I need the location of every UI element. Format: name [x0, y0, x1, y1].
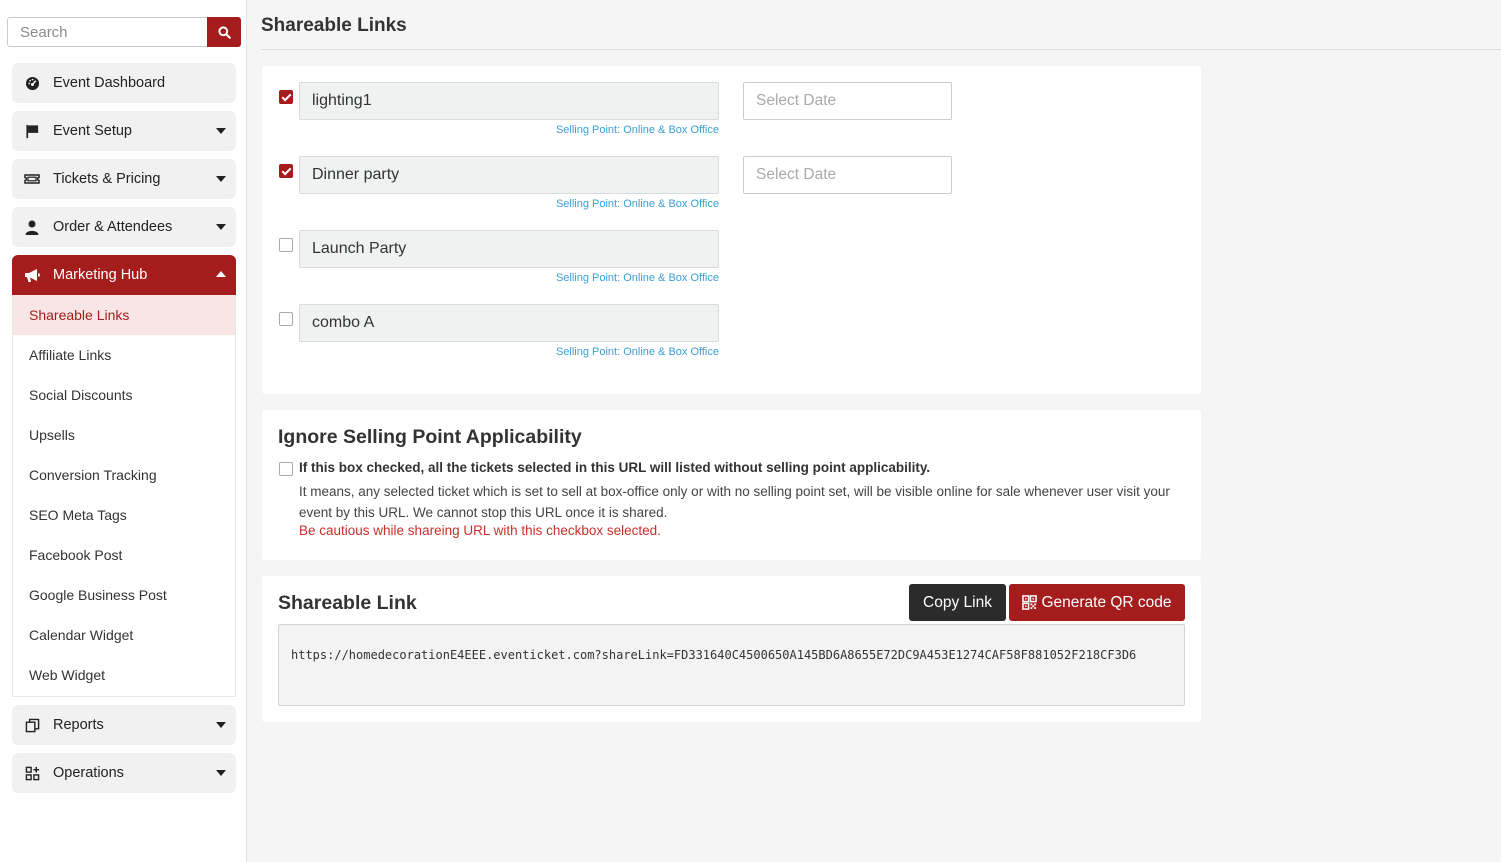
sidebar-item-tickets-pricing[interactable]: Tickets & Pricing — [12, 159, 236, 199]
sidebar-item-label: Event Dashboard — [53, 75, 166, 91]
user-icon — [24, 219, 40, 235]
submenu-item-shareable-links[interactable]: Shareable Links — [13, 295, 235, 335]
sidebar-item-operations[interactable]: Operations — [12, 753, 236, 793]
submenu-item-social-discounts[interactable]: Social Discounts — [13, 375, 235, 415]
ticket-checkbox[interactable] — [279, 312, 293, 326]
ignore-heading: Ignore Selling Point Applicability — [278, 426, 582, 448]
search-input[interactable] — [7, 17, 207, 47]
submenu-item-web-widget[interactable]: Web Widget — [13, 655, 235, 695]
ignore-bold-text: If this box checked, all the tickets sel… — [299, 460, 931, 475]
shareable-link-heading: Shareable Link — [278, 592, 417, 614]
generate-qr-button[interactable]: Generate QR code — [1009, 584, 1185, 621]
chevron-down-icon — [216, 722, 226, 728]
search-icon — [217, 25, 231, 39]
sidebar-item-label: Tickets & Pricing — [53, 171, 161, 187]
ticket-name: lighting1 — [299, 82, 719, 120]
ticket-row: combo A Selling Point: Online & Box Offi… — [279, 304, 979, 360]
operations-icon — [24, 765, 40, 781]
dashboard-icon — [24, 75, 40, 91]
sidebar-item-label: Operations — [53, 765, 124, 781]
flag-icon — [24, 123, 40, 139]
page-title: Shareable Links — [261, 15, 407, 36]
title-divider — [261, 49, 1501, 50]
sidebar-item-label: Reports — [53, 717, 104, 733]
ticket-checkbox[interactable] — [279, 238, 293, 252]
shareable-link-card: Shareable Link Copy Link Generate QR cod… — [262, 576, 1201, 722]
submenu-item-conversion-tracking[interactable]: Conversion Tracking — [13, 455, 235, 495]
ticket-name: Dinner party — [299, 156, 719, 194]
submenu-item-seo-meta-tags[interactable]: SEO Meta Tags — [13, 495, 235, 535]
ticket-row: Dinner party Selling Point: Online & Box… — [279, 156, 979, 212]
shareable-link-url[interactable]: https://homedecorationE4EEE.eventicket.c… — [278, 624, 1185, 706]
sidebar: Event Dashboard Event Setup Tickets & Pr… — [0, 0, 247, 862]
sidebar-item-marketing-hub[interactable]: Marketing Hub — [12, 255, 236, 295]
generate-qr-label: Generate QR code — [1041, 593, 1172, 611]
ticket-row: lighting1 Selling Point: Online & Box Of… — [279, 82, 979, 138]
submenu-item-calendar-widget[interactable]: Calendar Widget — [13, 615, 235, 655]
date-picker-input[interactable]: Select Date — [743, 82, 952, 120]
selling-point-label: Selling Point: Online & Box Office — [555, 198, 719, 210]
tickets-card: lighting1 Selling Point: Online & Box Of… — [262, 66, 1201, 394]
ignore-warning: Be cautious while shareing URL with this… — [299, 523, 661, 538]
search-bar — [7, 17, 241, 47]
sidebar-item-event-dashboard[interactable]: Event Dashboard — [12, 63, 236, 103]
copy-link-button[interactable]: Copy Link — [909, 584, 1006, 621]
date-picker-input[interactable]: Select Date — [743, 156, 952, 194]
submenu-item-facebook-post[interactable]: Facebook Post — [13, 535, 235, 575]
chevron-up-icon — [216, 271, 226, 277]
ticket-icon — [24, 171, 40, 187]
chevron-down-icon — [216, 770, 226, 776]
ticket-checkbox[interactable] — [279, 164, 293, 178]
chevron-down-icon — [216, 224, 226, 230]
search-button[interactable] — [207, 17, 241, 47]
qr-code-icon — [1022, 595, 1038, 610]
reports-icon — [24, 717, 40, 733]
submenu-item-upsells[interactable]: Upsells — [13, 415, 235, 455]
submenu-item-affiliate-links[interactable]: Affiliate Links — [13, 335, 235, 375]
marketing-hub-submenu: Shareable Links Affiliate Links Social D… — [12, 295, 236, 697]
selling-point-label: Selling Point: Online & Box Office — [555, 346, 719, 358]
selling-point-label: Selling Point: Online & Box Office — [555, 124, 719, 136]
ignore-selling-point-checkbox[interactable] — [279, 462, 293, 476]
sidebar-item-label: Order & Attendees — [53, 219, 173, 235]
chevron-down-icon — [216, 128, 226, 134]
ignore-selling-point-card: Ignore Selling Point Applicability If th… — [262, 410, 1201, 560]
sidebar-item-label: Marketing Hub — [53, 267, 148, 283]
megaphone-icon — [24, 267, 40, 283]
sidebar-item-order-attendees[interactable]: Order & Attendees — [12, 207, 236, 247]
ticket-name: Launch Party — [299, 230, 719, 268]
selling-point-label: Selling Point: Online & Box Office — [555, 272, 719, 284]
ticket-checkbox[interactable] — [279, 90, 293, 104]
submenu-item-google-business-post[interactable]: Google Business Post — [13, 575, 235, 615]
sidebar-item-event-setup[interactable]: Event Setup — [12, 111, 236, 151]
sidebar-item-reports[interactable]: Reports — [12, 705, 236, 745]
ticket-row: Launch Party Selling Point: Online & Box… — [279, 230, 979, 286]
chevron-down-icon — [216, 176, 226, 182]
ignore-description: It means, any selected ticket which is s… — [299, 484, 1170, 520]
sidebar-item-label: Event Setup — [53, 123, 132, 139]
ticket-name: combo A — [299, 304, 719, 342]
